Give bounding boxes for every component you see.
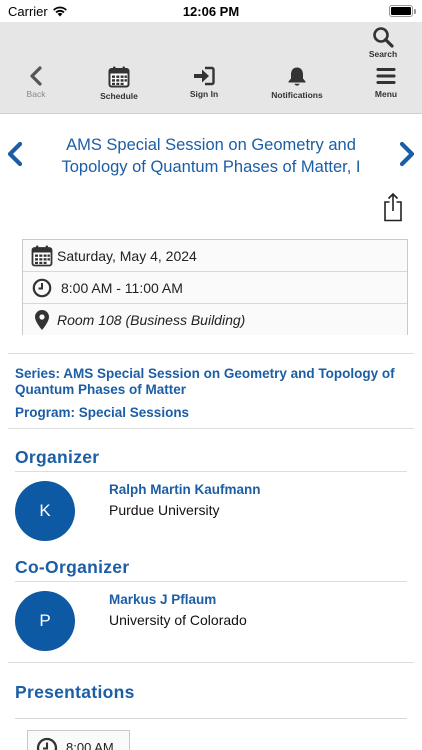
series-link[interactable]: Series: AMS Special Session on Geometry …	[15, 366, 410, 398]
search-label: Search	[368, 49, 398, 59]
session-header: AMS Special Session on Geometry and Topo…	[0, 132, 422, 178]
share-icon	[384, 192, 402, 222]
session-info-box: Saturday, May 4, 2024 8:00 AM - 11:00 AM…	[22, 239, 408, 335]
previous-session-button[interactable]	[4, 140, 26, 173]
section-divider	[15, 581, 407, 582]
divider	[8, 428, 414, 429]
sign-in-label: Sign In	[189, 89, 219, 99]
presentations-heading: Presentations	[15, 682, 135, 702]
battery-icon	[389, 5, 416, 17]
presentation-time-badge[interactable]: 8:00 AM	[27, 730, 130, 750]
notifications-button[interactable]: Notifications	[270, 66, 324, 100]
schedule-button[interactable]: Schedule	[97, 66, 141, 101]
sign-in-icon	[194, 66, 215, 86]
clock-icon	[32, 278, 52, 303]
share-button[interactable]	[383, 192, 403, 227]
chevron-right-icon	[399, 141, 415, 167]
avatar[interactable]: P	[15, 591, 75, 651]
status-time: 12:06 PM	[182, 4, 240, 19]
presentation-time: 8:00 AM	[66, 740, 114, 750]
avatar[interactable]: K	[15, 481, 75, 541]
menu-label: Menu	[374, 89, 398, 99]
co-organizer-name[interactable]: Markus J Pflaum	[109, 592, 216, 607]
search-button[interactable]: Search	[362, 26, 404, 59]
map-pin-icon	[34, 309, 50, 336]
menu-button[interactable]: Menu	[372, 66, 400, 99]
time-row: 8:00 AM - 11:00 AM	[23, 271, 407, 303]
co-organizer-heading: Co-Organizer	[15, 557, 130, 577]
session-date: Saturday, May 4, 2024	[57, 248, 197, 264]
next-session-button[interactable]	[396, 140, 418, 173]
co-organizer-affiliation: University of Colorado	[109, 612, 247, 628]
session-title: AMS Special Session on Geometry and Topo…	[61, 136, 361, 176]
notifications-label: Notifications	[271, 90, 323, 100]
status-bar: Carrier 12:06 PM	[0, 0, 422, 22]
menu-icon	[376, 68, 396, 84]
organizer-affiliation: Purdue University	[109, 502, 220, 518]
organizer-name[interactable]: Ralph Martin Kaufmann	[109, 482, 261, 497]
program-link[interactable]: Program: Special Sessions	[15, 405, 189, 420]
clock-icon	[36, 737, 58, 750]
toolbar: Search Back Schedule Sign In Notificatio…	[0, 22, 422, 114]
schedule-label: Schedule	[100, 91, 138, 101]
room-row[interactable]: Room 108 (Business Building)	[23, 303, 407, 335]
organizer-heading: Organizer	[15, 447, 100, 467]
section-divider	[15, 471, 407, 472]
session-room: Room 108 (Business Building)	[57, 312, 246, 328]
calendar-icon	[31, 245, 53, 272]
calendar-icon	[108, 66, 130, 88]
back-label: Back	[26, 89, 46, 99]
sign-in-button[interactable]: Sign In	[186, 66, 222, 99]
divider	[8, 353, 414, 354]
search-icon	[373, 27, 394, 48]
session-time: 8:00 AM - 11:00 AM	[61, 280, 183, 296]
bell-icon	[288, 67, 306, 86]
back-button[interactable]: Back	[22, 66, 50, 99]
chevron-left-icon	[7, 141, 23, 167]
divider	[8, 662, 414, 663]
date-row: Saturday, May 4, 2024	[23, 240, 407, 272]
back-icon	[30, 66, 42, 86]
